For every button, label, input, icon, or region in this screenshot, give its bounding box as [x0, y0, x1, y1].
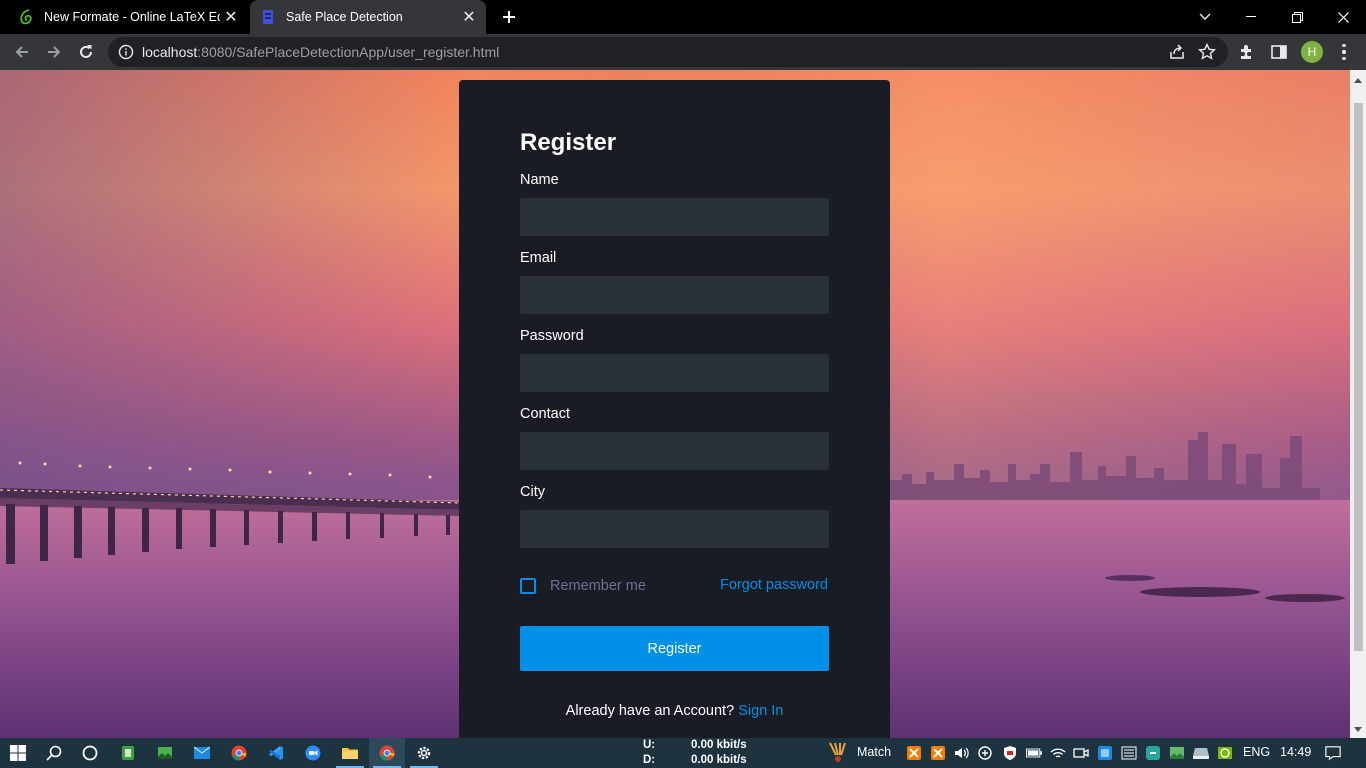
nvidia-icon[interactable] — [1217, 745, 1233, 761]
photos-tray-icon[interactable] — [1169, 745, 1185, 761]
password-label: Password — [520, 328, 584, 344]
city-label: City — [520, 484, 545, 500]
back-button[interactable] — [8, 38, 36, 66]
upload-label: U: — [643, 739, 656, 751]
extensions-puzzle-icon[interactable] — [1237, 42, 1257, 62]
forward-button[interactable] — [40, 38, 68, 66]
register-card: Register Name Email Password Contact Cit… — [459, 80, 890, 738]
page-icon — [260, 9, 276, 25]
url-host: localhost — [142, 44, 198, 60]
tab-strip: New Formate - Online LaTeX Edit ✕ Safe P… — [0, 0, 1366, 34]
scroll-up-arrow-icon[interactable] — [1354, 78, 1362, 83]
weather-label[interactable]: Match — [857, 745, 891, 759]
chrome-active-icon[interactable] — [369, 738, 405, 768]
browser-menu-icon[interactable] — [1334, 42, 1354, 62]
remember-me-row: Remember me — [520, 578, 646, 594]
drive-icon[interactable] — [1193, 745, 1209, 761]
network-meter: U: 0.00 kbit/s D: 0.00 kbit/s — [643, 738, 753, 768]
tab-search-chevron-icon[interactable] — [1190, 0, 1220, 34]
download-label: D: — [643, 754, 656, 766]
form-heading: Register — [520, 129, 617, 156]
remember-me-checkbox[interactable] — [520, 578, 536, 594]
share-icon[interactable] — [1168, 43, 1186, 66]
teal-app-icon[interactable] — [1145, 745, 1161, 761]
remember-me-label[interactable]: Remember me — [550, 578, 646, 594]
security-shield-icon[interactable] — [1002, 745, 1018, 761]
password-field[interactable] — [520, 354, 829, 392]
chrome-icon[interactable] — [221, 738, 257, 768]
page-viewport: Register Name Email Password Contact Cit… — [0, 70, 1350, 738]
signin-prompt: Already have an Account? Sign In — [459, 703, 890, 719]
vscode-icon[interactable] — [258, 738, 294, 768]
name-label: Name — [520, 172, 559, 188]
cortana-circle-icon[interactable] — [72, 738, 108, 768]
scrollbar-thumb[interactable] — [1354, 103, 1363, 651]
close-tab-icon[interactable]: ✕ — [220, 6, 242, 28]
download-speed: 0.00 kbit/s — [691, 754, 747, 766]
battery-icon[interactable] — [1026, 745, 1042, 761]
start-windows-icon[interactable] — [0, 738, 36, 768]
wifi-icon[interactable] — [1050, 745, 1066, 761]
upload-speed: 0.00 kbit/s — [691, 739, 747, 751]
address-bar[interactable]: localhost:8080/SafePlaceDetectionApp/use… — [108, 37, 1228, 67]
sign-in-link[interactable]: Sign In — [738, 703, 783, 719]
mail-icon[interactable] — [184, 738, 220, 768]
green-app-icon[interactable] — [110, 738, 146, 768]
keyboard-icon[interactable] — [1121, 745, 1137, 761]
restore-button[interactable] — [1274, 0, 1320, 34]
contact-label: Contact — [520, 406, 570, 422]
tab-title: Safe Place Detection — [286, 10, 403, 24]
contact-field[interactable] — [520, 432, 829, 470]
email-field[interactable] — [520, 276, 829, 314]
camera-icon[interactable] — [1073, 745, 1089, 761]
url-text: localhost:8080/SafePlaceDetectionApp/use… — [142, 44, 499, 60]
minimize-button[interactable] — [1228, 0, 1274, 34]
side-panel-icon[interactable] — [1269, 42, 1289, 62]
scroll-down-arrow-icon[interactable] — [1354, 727, 1362, 732]
tray-app-icon[interactable] — [977, 745, 993, 761]
file-explorer-icon[interactable] — [332, 738, 368, 768]
close-tab-icon[interactable]: ✕ — [458, 6, 480, 28]
cricket-bat-weather-icon[interactable] — [826, 741, 848, 763]
url-path: :8080/SafePlaceDetectionApp/user_registe… — [197, 44, 500, 60]
tab-latex-editor[interactable]: New Formate - Online LaTeX Edit ✕ — [0, 0, 248, 34]
reload-button[interactable] — [72, 38, 100, 66]
site-info-icon[interactable] — [118, 44, 134, 60]
tab-title: New Formate - Online LaTeX Edit — [44, 10, 220, 24]
search-icon[interactable] — [36, 738, 72, 768]
name-field[interactable] — [520, 198, 829, 236]
profile-avatar[interactable]: H — [1301, 41, 1323, 63]
volume-icon[interactable] — [954, 745, 970, 761]
register-button[interactable]: Register — [520, 626, 829, 671]
bookmark-star-icon[interactable] — [1197, 42, 1217, 66]
windows-taskbar: U: 0.00 kbit/s D: 0.00 kbit/s Match ENG … — [0, 738, 1366, 768]
language-indicator[interactable]: ENG — [1243, 745, 1270, 759]
window-controls — [1228, 0, 1366, 34]
email-label: Email — [520, 250, 557, 266]
photos-icon[interactable] — [147, 738, 183, 768]
clock-time[interactable]: 14:49 — [1280, 745, 1311, 759]
page-scrollbar[interactable] — [1350, 70, 1366, 738]
tab-safe-place-detection[interactable]: Safe Place Detection ✕ — [250, 0, 486, 34]
zoom-icon[interactable] — [295, 738, 331, 768]
settings-gear-icon[interactable] — [406, 738, 442, 768]
close-window-button[interactable] — [1320, 0, 1366, 34]
forgot-password-link[interactable]: Forgot password — [720, 577, 828, 593]
notifications-icon[interactable] — [1325, 745, 1341, 761]
account-prompt-text: Already have an Account? — [565, 703, 735, 719]
xampp-icon[interactable] — [906, 745, 922, 761]
city-field[interactable] — [520, 510, 829, 548]
blue-app-icon[interactable] — [1097, 745, 1113, 761]
xampp-icon[interactable] — [930, 745, 946, 761]
browser-toolbar: localhost:8080/SafePlaceDetectionApp/use… — [0, 34, 1366, 70]
new-tab-button[interactable] — [496, 5, 522, 29]
overleaf-leaf-icon — [18, 9, 34, 25]
